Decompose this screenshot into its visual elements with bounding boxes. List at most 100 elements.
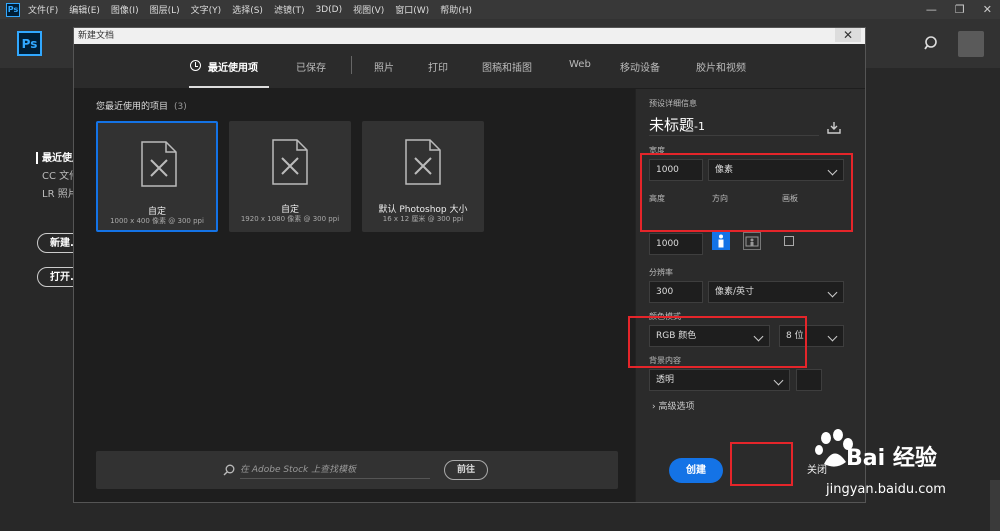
- resolution-label: 分辨率: [649, 268, 673, 277]
- close-button[interactable]: 关闭: [807, 461, 827, 476]
- home-nav-indicator: [36, 152, 38, 164]
- document-name-field[interactable]: 未标题-1: [649, 115, 819, 136]
- menu-edit[interactable]: 编辑(E): [69, 3, 100, 16]
- orientation-label: 方向: [712, 194, 728, 203]
- menu-file[interactable]: 文件(F): [28, 3, 58, 16]
- home-nav-lr-photos[interactable]: LR 照片: [42, 186, 74, 204]
- landscape-icon: [745, 236, 759, 247]
- bit-depth-value: 8 位: [786, 331, 804, 341]
- search-icon: [223, 464, 235, 476]
- search-icon[interactable]: [924, 35, 940, 51]
- color-mode-value: RGB 颜色: [656, 331, 697, 341]
- menu-window[interactable]: 窗口(W): [395, 3, 429, 16]
- tab-film-video[interactable]: 胶片和视频: [696, 59, 746, 74]
- active-tab-underline: [189, 86, 269, 88]
- preset-size: 1920 x 1080 像素 @ 300 ppi: [240, 215, 340, 223]
- color-mode-dropdown[interactable]: RGB 颜色: [649, 325, 770, 347]
- document-name-suffix: -1: [694, 120, 705, 133]
- tab-mobile[interactable]: 移动设备: [620, 59, 660, 74]
- advanced-options-label: 高级选项: [658, 402, 695, 412]
- preset-tabs: 最近使用项 已保存 照片 打印 图稿和插图 Web 移动设备 胶片和视频: [74, 44, 865, 89]
- photoshop-logo-icon: Ps: [6, 2, 20, 17]
- chevron-down-icon: [753, 331, 764, 342]
- preset-card[interactable]: 自定 1000 x 400 像素 @ 300 ppi: [96, 121, 218, 232]
- preset-details-panel: 预设详细信息 未标题-1 宽度 1000 像素 高度 1000 方向 画板 分辨…: [636, 89, 865, 502]
- resolution-input[interactable]: 300: [649, 281, 703, 303]
- preset-card[interactable]: 默认 Photoshop 大小 16 x 12 厘米 @ 300 ppi: [362, 121, 484, 232]
- width-input[interactable]: 1000: [649, 159, 703, 181]
- chevron-down-icon: [827, 331, 838, 342]
- width-unit-dropdown[interactable]: 像素: [708, 159, 844, 181]
- avatar[interactable]: [958, 31, 984, 57]
- photoshop-home-logo-icon: Ps: [17, 31, 42, 56]
- menu-image[interactable]: 图像(I): [111, 3, 139, 16]
- chevron-down-icon: [827, 287, 838, 298]
- portrait-orientation-button[interactable]: [712, 232, 730, 250]
- go-button[interactable]: 前往: [444, 460, 488, 480]
- recent-count: (3): [174, 102, 187, 112]
- menu-type[interactable]: 文字(Y): [191, 3, 222, 16]
- menu-3d[interactable]: 3D(D): [315, 5, 342, 15]
- save-preset-icon[interactable]: [827, 122, 841, 134]
- new-document-dialog: 新建文档 ✕ 最近使用项 已保存 照片 打印 图稿和插图 Web 移动设备 胶片…: [73, 27, 866, 503]
- artboard-label: 画板: [782, 194, 798, 203]
- bit-depth-dropdown[interactable]: 8 位: [779, 325, 844, 347]
- close-window-icon[interactable]: ✕: [983, 3, 992, 16]
- window-controls: — ❐ ✕: [926, 0, 992, 19]
- preset-size: 1000 x 400 像素 @ 300 ppi: [110, 217, 204, 225]
- create-button[interactable]: 创建: [669, 458, 723, 483]
- portrait-icon: [718, 234, 724, 248]
- document-icon: [272, 139, 308, 185]
- home-nav-recent[interactable]: 最近使用项: [42, 150, 74, 168]
- background-value: 透明: [656, 375, 675, 385]
- home-nav: 最近使用项 CC 文件 LR 照片: [42, 150, 74, 204]
- width-label: 宽度: [649, 146, 665, 155]
- tab-photo[interactable]: 照片: [374, 59, 394, 74]
- background-color-swatch[interactable]: [796, 369, 822, 391]
- height-input[interactable]: 1000: [649, 233, 703, 255]
- document-icon: [405, 139, 441, 185]
- home-nav-cc-files[interactable]: CC 文件: [42, 168, 74, 186]
- background-dropdown[interactable]: 透明: [649, 369, 790, 391]
- minimize-icon[interactable]: —: [926, 3, 937, 16]
- background-label: 背景内容: [649, 356, 681, 365]
- recent-header: 您最近使用的项目 (3): [96, 99, 187, 112]
- recent-presets-panel: 您最近使用的项目 (3) 自定 1000 x 400 像素 @ 300 ppi 自…: [74, 89, 635, 502]
- preset-card[interactable]: 自定 1920 x 1080 像素 @ 300 ppi: [229, 121, 351, 232]
- dialog-close-icon[interactable]: ✕: [835, 28, 861, 42]
- menu-help[interactable]: 帮助(H): [440, 3, 472, 16]
- resolution-unit-value: 像素/英寸: [715, 287, 755, 297]
- scrollbar[interactable]: [990, 480, 1000, 531]
- adobe-stock-search-bar: 前往: [96, 451, 618, 489]
- restore-icon[interactable]: ❐: [955, 3, 965, 16]
- tab-recent[interactable]: 最近使用项: [208, 59, 258, 74]
- chevron-down-icon: [773, 375, 784, 386]
- landscape-orientation-button[interactable]: [743, 232, 761, 250]
- clock-icon: [190, 60, 201, 71]
- resolution-unit-dropdown[interactable]: 像素/英寸: [708, 281, 844, 303]
- dialog-title: 新建文档: [78, 31, 115, 41]
- height-label: 高度: [649, 194, 665, 203]
- stock-input-underline: [240, 478, 430, 479]
- menu-select[interactable]: 选择(S): [232, 3, 263, 16]
- tab-saved[interactable]: 已保存: [296, 59, 326, 74]
- tab-divider: [351, 56, 352, 74]
- preset-size: 16 x 12 厘米 @ 300 ppi: [382, 215, 464, 223]
- color-mode-label: 颜色模式: [649, 312, 681, 321]
- chevron-down-icon: [827, 165, 838, 176]
- advanced-options-toggle[interactable]: › 高级选项: [652, 399, 695, 412]
- tab-art-illustration[interactable]: 图稿和插图: [482, 59, 532, 74]
- menu-filter[interactable]: 滤镜(T): [274, 3, 305, 16]
- menu-view[interactable]: 视图(V): [353, 3, 384, 16]
- document-icon: [141, 141, 177, 187]
- menu-bar: Ps 文件(F) 编辑(E) 图像(I) 图层(L) 文字(Y) 选择(S) 滤…: [0, 0, 1000, 19]
- stock-search-input[interactable]: [240, 463, 430, 477]
- menu-layer[interactable]: 图层(L): [150, 3, 180, 16]
- tab-print[interactable]: 打印: [428, 59, 448, 74]
- tab-web[interactable]: Web: [569, 59, 591, 70]
- artboard-checkbox[interactable]: [784, 236, 794, 246]
- recent-header-label: 您最近使用的项目: [96, 102, 169, 112]
- chevron-right-icon: ›: [652, 402, 656, 412]
- details-header: 预设详细信息: [649, 99, 697, 108]
- document-name: 未标题: [649, 116, 695, 134]
